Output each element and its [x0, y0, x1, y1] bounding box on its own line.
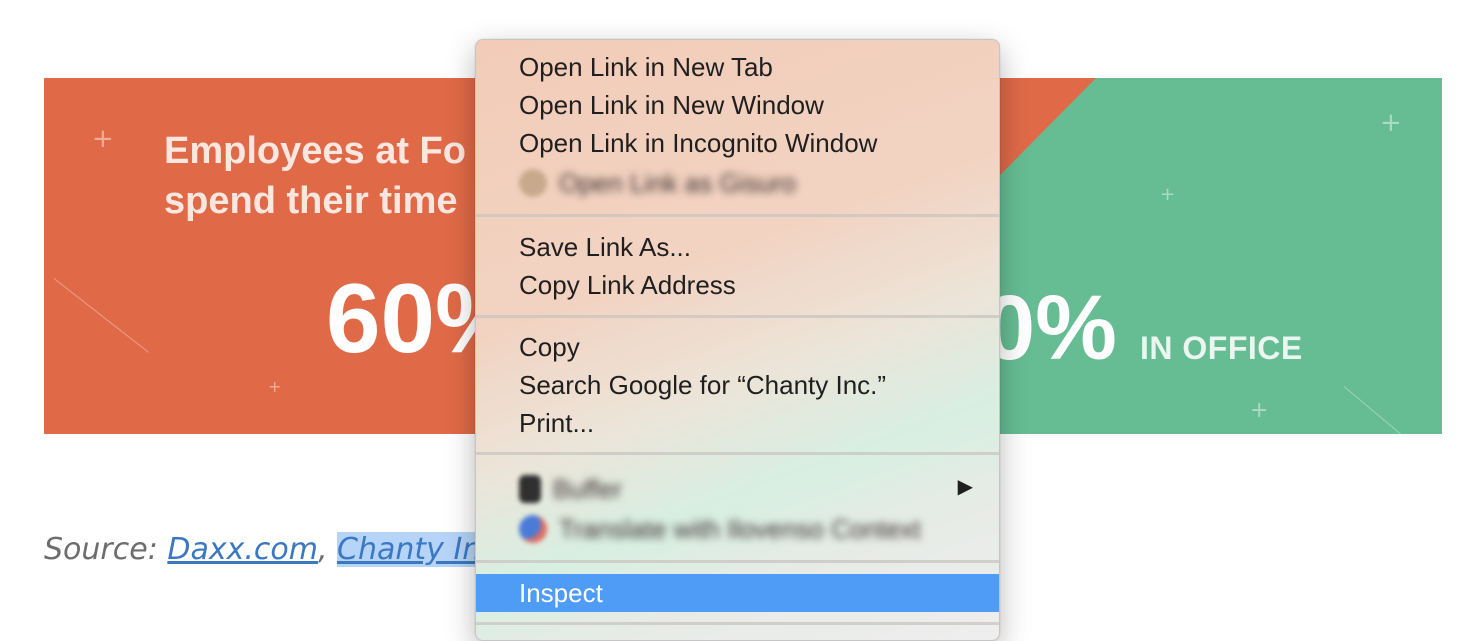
menu-translate[interactable]: Translate with Ilovenso Context	[476, 508, 999, 546]
in-office-label: IN OFFICE	[1140, 330, 1303, 366]
menu-copy-link-address[interactable]: Copy Link Address	[476, 266, 999, 304]
menu-open-link-new-window[interactable]: Open Link in New Window	[476, 86, 999, 124]
menu-item-label: Buffer	[553, 474, 622, 505]
menu-open-link-new-tab[interactable]: Open Link in New Tab	[476, 48, 999, 86]
menu-item-label: Open Link in New Tab	[519, 52, 773, 82]
menu-print[interactable]: Print...	[476, 404, 999, 442]
menu-item-label: Translate with Ilovenso Context	[559, 514, 921, 545]
menu-item-label: Open Link in New Window	[519, 90, 824, 120]
source-separator: ,	[317, 532, 338, 567]
context-menu: Open Link in New Tab Open Link in New Wi…	[475, 39, 1000, 641]
menu-item-label: Search Google for “Chanty Inc.”	[519, 370, 887, 400]
menu-open-link-incognito[interactable]: Open Link in Incognito Window	[476, 124, 999, 162]
menu-save-link-as[interactable]: Save Link As...	[476, 228, 999, 266]
menu-separator	[476, 560, 999, 563]
menu-separator	[476, 622, 999, 625]
source-caption: Source: Daxx.com, Chanty Inc	[44, 528, 498, 572]
menu-item-label: Print...	[519, 408, 595, 438]
menu-item-label: Open Link as Gisuro	[559, 168, 797, 199]
menu-item-label: Open Link in Incognito Window	[519, 128, 878, 158]
sparkle-plus-icon: +	[1380, 108, 1402, 138]
menu-separator	[476, 214, 999, 217]
menu-separator	[476, 452, 999, 455]
headline-line-2: spend their time	[164, 180, 458, 222]
menu-item-label: Inspect	[519, 578, 603, 608]
menu-copy[interactable]: Copy	[476, 328, 999, 366]
sparkle-plus-icon: +	[268, 377, 282, 396]
menu-item-label: Save Link As...	[519, 232, 691, 262]
menu-separator	[476, 315, 999, 318]
menu-inspect[interactable]: Inspect	[476, 574, 999, 612]
profile-avatar-icon	[519, 169, 547, 198]
decorative-streak	[53, 278, 149, 353]
chanty-link[interactable]: Chanty Inc	[337, 532, 498, 567]
menu-item-label: Copy	[519, 332, 580, 362]
menu-open-link-as-profile[interactable]: Open Link as Gisuro	[476, 162, 999, 200]
translate-icon	[519, 515, 547, 544]
menu-search-google[interactable]: Search Google for “Chanty Inc.”	[476, 366, 999, 404]
right-percent-stat: 0%	[984, 277, 1117, 379]
sparkle-plus-icon: +	[1250, 398, 1269, 423]
source-prefix: Source:	[44, 532, 168, 567]
sparkle-plus-icon: +	[92, 124, 114, 154]
headline-line-1: Employees at Fo	[164, 130, 466, 172]
sparkle-plus-icon: +	[1160, 184, 1176, 205]
banner-headline: Employees at Fo spend their time	[164, 126, 466, 226]
menu-item-label: Copy Link Address	[519, 270, 736, 300]
daxx-link[interactable]: Daxx.com	[167, 532, 318, 567]
buffer-icon	[519, 475, 541, 504]
menu-buffer[interactable]: Buffer ▶	[476, 468, 999, 506]
triangle-right-icon: ▶	[957, 476, 973, 498]
